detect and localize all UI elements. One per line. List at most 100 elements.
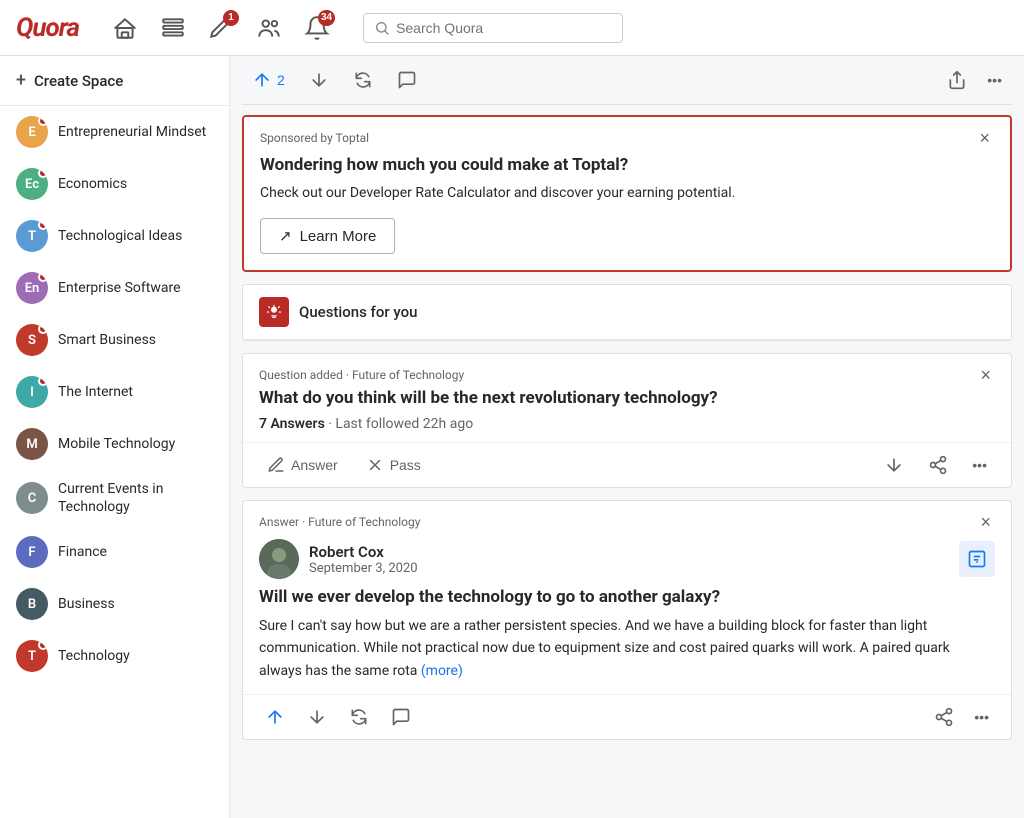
question-title[interactable]: What do you think will be the next revol… (243, 388, 1011, 416)
q-more-button[interactable]: ••• (964, 453, 995, 477)
ans-share-icon (934, 707, 954, 727)
nav-icons: 1 34 (103, 6, 339, 50)
home-nav-button[interactable] (103, 6, 147, 50)
questions-for-you-header-card: Questions for you (242, 284, 1012, 341)
home-icon (112, 15, 138, 41)
question-action-right: ••• (876, 451, 995, 479)
answer-icon (267, 456, 285, 474)
downvote-button[interactable] (303, 66, 335, 94)
sidebar-label-the-internet: The Internet (58, 383, 133, 401)
comment-icon (397, 70, 417, 90)
sidebar-item-mobile-technology[interactable]: M Mobile Technology (0, 418, 229, 470)
sidebar-item-current-events-technology[interactable]: C Current Events in Technology (0, 470, 229, 526)
external-link-icon: ↗︎ (279, 227, 292, 245)
answer-card: Answer · Future of Technology × Robert C… (242, 500, 1012, 740)
logo[interactable]: Quora (16, 13, 79, 43)
list-nav-button[interactable] (151, 6, 195, 50)
upvote-count: 2 (277, 72, 285, 88)
people-nav-button[interactable] (247, 6, 291, 50)
answer-author: Robert Cox September 3, 2020 (243, 539, 1011, 587)
sidebar-avatar-business: B (16, 588, 48, 620)
learn-more-button[interactable]: ↗︎ Learn More (260, 218, 395, 254)
refresh-button[interactable] (347, 66, 379, 94)
sidebar-item-finance[interactable]: F Finance (0, 526, 229, 578)
save-answer-button[interactable] (959, 541, 995, 577)
answer-more-link[interactable]: (more) (421, 663, 463, 679)
sidebar-avatar-entrepreneurial: E (16, 116, 48, 148)
sidebar-label-enterprise-software: Enterprise Software (58, 279, 181, 297)
sponsored-title: Wondering how much you could make at Top… (260, 155, 994, 175)
list-icon (160, 15, 186, 41)
sidebar-label-mobile-technology: Mobile Technology (58, 435, 175, 453)
q-downvote-icon (884, 455, 904, 475)
lightbulb-icon (265, 303, 283, 321)
sidebar-item-entrepreneurial-mindset[interactable]: E Entrepreneurial Mindset (0, 106, 229, 158)
sidebar-item-business[interactable]: B Business (0, 578, 229, 630)
questions-header-label: Questions for you (299, 303, 417, 321)
create-space-button[interactable]: + Create Space (0, 56, 229, 106)
answer-action-right: ••• (928, 703, 995, 731)
upvote-icon (252, 70, 272, 90)
search-input[interactable] (396, 20, 612, 36)
sponsored-close-button[interactable]: × (975, 129, 994, 147)
author-name[interactable]: Robert Cox (309, 543, 418, 561)
sponsored-body: Wondering how much you could make at Top… (244, 151, 1010, 270)
sidebar-item-technological-ideas[interactable]: T Technological Ideas (0, 210, 229, 262)
main-body: + Create Space E Entrepreneurial Mindset… (0, 56, 1024, 818)
answer-label: Answer (291, 457, 338, 473)
sidebar-item-economics[interactable]: Ec Economics (0, 158, 229, 210)
answer-actions: ••• (243, 694, 1011, 739)
sidebar-avatar-technological: T (16, 220, 48, 252)
question-card-header: Question added · Future of Technology × (243, 354, 1011, 388)
sidebar-label-finance: Finance (58, 543, 107, 561)
answer-comment-button[interactable] (385, 703, 417, 731)
answer-downvote-button[interactable] (301, 703, 333, 731)
question-close-button[interactable]: × (976, 366, 995, 384)
sponsored-header: Sponsored by Toptal × (244, 117, 1010, 151)
ans-upvote-icon (265, 707, 285, 727)
answers-count: 7 Answers (259, 416, 325, 432)
refresh-icon (353, 70, 373, 90)
answer-close-button[interactable]: × (976, 513, 995, 531)
edit-badge: 1 (223, 10, 239, 26)
plus-icon: + (16, 70, 26, 91)
last-followed-time: Last followed 22h ago (335, 416, 473, 432)
sidebar-item-smart-business[interactable]: S Smart Business (0, 314, 229, 366)
sidebar-label-technological-ideas: Technological Ideas (58, 227, 182, 245)
ans-downvote-icon (307, 707, 327, 727)
share-button[interactable] (941, 66, 973, 94)
answer-meta: Answer · Future of Technology (259, 515, 420, 529)
answer-question-title[interactable]: Will we ever develop the technology to g… (243, 587, 1011, 615)
q-downvote-button[interactable] (876, 451, 912, 479)
sidebar-avatar-mobile: M (16, 428, 48, 460)
upvote-button[interactable]: 2 (246, 66, 291, 94)
answer-share-button[interactable] (928, 703, 960, 731)
sidebar-avatar-finance: F (16, 536, 48, 568)
comment-button[interactable] (391, 66, 423, 94)
sidebar-label-entrepreneurial: Entrepreneurial Mindset (58, 123, 206, 141)
pass-icon (366, 456, 384, 474)
save-icon (967, 549, 987, 569)
q-share-button[interactable] (920, 451, 956, 479)
sidebar-avatar-enterprise: En (16, 272, 48, 304)
sidebar-item-technology[interactable]: T Technology (0, 630, 229, 682)
notification-dot (38, 376, 48, 386)
learn-more-label: Learn More (300, 228, 377, 245)
notification-dot (38, 324, 48, 334)
app-container: Quora (0, 0, 1024, 818)
pass-button[interactable]: Pass (358, 452, 429, 478)
author-photo (259, 539, 299, 579)
action-bar: 2 (242, 56, 1012, 105)
edit-nav-button[interactable]: 1 (199, 6, 243, 50)
answer-upvote-button[interactable] (259, 703, 291, 731)
answer-more-button[interactable]: ••• (968, 705, 995, 729)
sidebar-avatar-technology: T (16, 640, 48, 672)
bell-nav-button[interactable]: 34 (295, 6, 339, 50)
answer-button[interactable]: Answer (259, 452, 346, 478)
search-bar[interactable] (363, 13, 623, 43)
sidebar-item-the-internet[interactable]: I The Internet (0, 366, 229, 418)
pass-label: Pass (390, 457, 421, 473)
more-options-button[interactable]: ••• (981, 68, 1008, 92)
answer-refresh-button[interactable] (343, 703, 375, 731)
sidebar-item-enterprise-software[interactable]: En Enterprise Software (0, 262, 229, 314)
